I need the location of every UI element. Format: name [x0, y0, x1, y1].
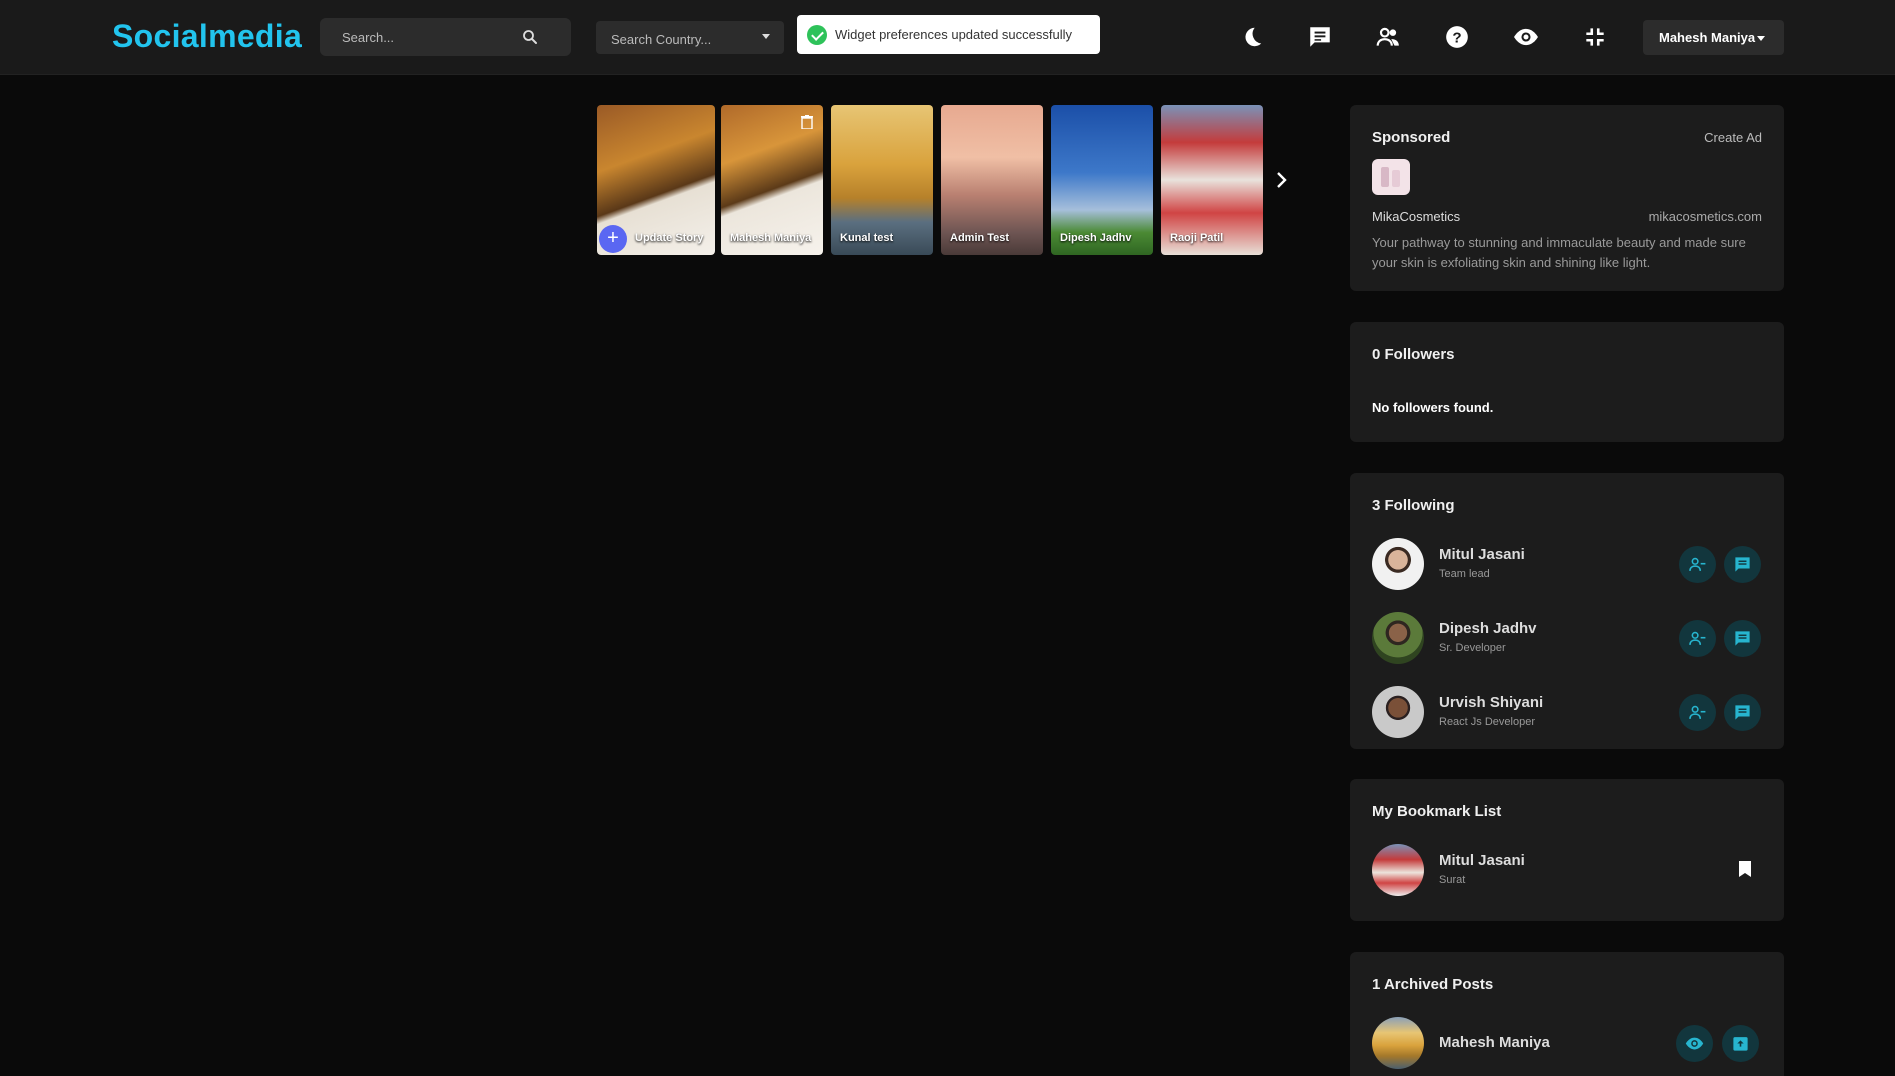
story-card-update[interactable]: + Update Story — [597, 105, 715, 255]
message-button[interactable] — [1724, 620, 1761, 657]
country-select[interactable]: Search Country... — [596, 21, 784, 54]
search-icon[interactable] — [521, 28, 539, 46]
bookmark-item: Mitul Jasani Surat — [1372, 844, 1764, 896]
avatar[interactable] — [1372, 538, 1424, 590]
chat-icon — [1735, 557, 1750, 572]
message-button[interactable] — [1724, 694, 1761, 731]
bookmark-location: Surat — [1439, 874, 1466, 886]
success-toast[interactable]: Widget preferences updated successfully — [797, 15, 1100, 54]
chat-icon[interactable] — [1307, 24, 1333, 50]
people-icon[interactable] — [1375, 24, 1401, 50]
minimize-icon[interactable] — [1582, 24, 1608, 50]
story-card[interactable]: Kunal test — [831, 105, 933, 255]
archived-card: 1 Archived Posts Mahesh Maniya — [1350, 952, 1784, 1076]
archived-item: Mahesh Maniya — [1372, 1017, 1764, 1069]
archived-name[interactable]: Mahesh Maniya — [1439, 1034, 1550, 1051]
avatar[interactable] — [1372, 1017, 1424, 1069]
following-item: Mitul Jasani Team lead — [1372, 538, 1764, 590]
unarchive-icon — [1733, 1037, 1748, 1051]
story-label: Raoji Patil — [1170, 232, 1224, 244]
sponsored-card: Sponsored Create Ad MikaCosmetics mikaco… — [1350, 105, 1784, 291]
toast-message: Widget preferences updated successfully — [835, 27, 1073, 42]
add-icon[interactable]: + — [599, 225, 627, 253]
person-role: Sr. Developer — [1439, 642, 1506, 654]
ad-brand-logo[interactable] — [1372, 159, 1410, 195]
avatar[interactable] — [1372, 612, 1424, 664]
following-item: Dipesh Jadhv Sr. Developer — [1372, 612, 1764, 664]
following-item: Urvish Shiyani React Js Developer — [1372, 686, 1764, 738]
story-label: Mahesh Maniya — [730, 232, 812, 244]
bookmarks-title: My Bookmark List — [1372, 803, 1502, 820]
person-name[interactable]: Dipesh Jadhv — [1439, 620, 1537, 637]
unarchive-button[interactable] — [1722, 1025, 1759, 1062]
ad-brand-name[interactable]: MikaCosmetics — [1372, 209, 1460, 224]
followers-empty-message: No followers found. — [1372, 400, 1494, 415]
user-menu-button[interactable]: Mahesh Maniya — [1643, 20, 1784, 55]
unfollow-button[interactable] — [1679, 620, 1716, 657]
story-label: Dipesh Jadhv — [1060, 232, 1132, 244]
app-logo[interactable]: Socialmedia — [112, 18, 302, 55]
story-card[interactable]: Mahesh Maniya — [721, 105, 823, 255]
search-input[interactable] — [342, 27, 522, 47]
person-name[interactable]: Urvish Shiyani — [1439, 694, 1543, 711]
person-role: React Js Developer — [1439, 716, 1535, 728]
story-card[interactable]: Admin Test — [941, 105, 1043, 255]
sponsored-title: Sponsored — [1372, 129, 1451, 146]
archived-title: 1 Archived Posts — [1372, 976, 1494, 993]
unfollow-button[interactable] — [1679, 546, 1716, 583]
unfollow-button[interactable] — [1679, 694, 1716, 731]
remove-user-icon — [1689, 631, 1706, 645]
create-ad-link[interactable]: Create Ad — [1704, 130, 1762, 145]
story-label: Kunal test — [840, 232, 894, 244]
bookmark-name[interactable]: Mitul Jasani — [1439, 852, 1525, 869]
country-select-placeholder: Search Country... — [611, 32, 712, 47]
person-role: Team lead — [1439, 568, 1490, 580]
chevron-right-icon[interactable] — [1274, 170, 1290, 190]
search-box — [320, 18, 571, 56]
bookmarks-card: My Bookmark List Mitul Jasani Surat — [1350, 779, 1784, 921]
following-title: 3 Following — [1372, 497, 1455, 514]
svg-text:?: ? — [1452, 29, 1461, 46]
stories-strip: + Update Story Mahesh Maniya Kunal test … — [597, 105, 1267, 255]
followers-title: 0 Followers — [1372, 346, 1455, 363]
ad-url-link[interactable]: mikacosmetics.com — [1649, 209, 1762, 224]
bookmark-icon[interactable] — [1738, 860, 1752, 878]
chat-icon — [1735, 705, 1750, 720]
chat-icon — [1735, 631, 1750, 646]
moon-icon[interactable] — [1239, 24, 1265, 50]
remove-user-icon — [1689, 557, 1706, 571]
check-circle-icon — [807, 25, 827, 45]
story-label: Admin Test — [950, 232, 1010, 244]
eye-icon[interactable] — [1513, 24, 1539, 50]
story-card[interactable]: Dipesh Jadhv — [1051, 105, 1153, 255]
ad-description: Your pathway to stunning and immaculate … — [1372, 235, 1746, 270]
top-navbar: Socialmedia Search Country... Widget pre… — [0, 0, 1895, 75]
message-button[interactable] — [1724, 546, 1761, 583]
view-post-button[interactable] — [1676, 1025, 1713, 1062]
avatar[interactable] — [1372, 844, 1424, 896]
user-name: Mahesh Maniya — [1659, 30, 1756, 45]
chevron-down-icon — [762, 34, 770, 39]
remove-user-icon — [1689, 705, 1706, 719]
eye-icon — [1685, 1037, 1704, 1050]
help-icon[interactable]: ? — [1444, 24, 1470, 50]
followers-card: 0 Followers No followers found. — [1350, 322, 1784, 442]
chevron-down-icon — [1757, 36, 1765, 41]
story-card[interactable]: Raoji Patil — [1161, 105, 1263, 255]
avatar[interactable] — [1372, 686, 1424, 738]
trash-icon[interactable] — [801, 115, 813, 129]
following-card: 3 Following Mitul Jasani Team lead Dipes… — [1350, 473, 1784, 749]
story-label: Update Story — [635, 232, 704, 244]
person-name[interactable]: Mitul Jasani — [1439, 546, 1525, 563]
